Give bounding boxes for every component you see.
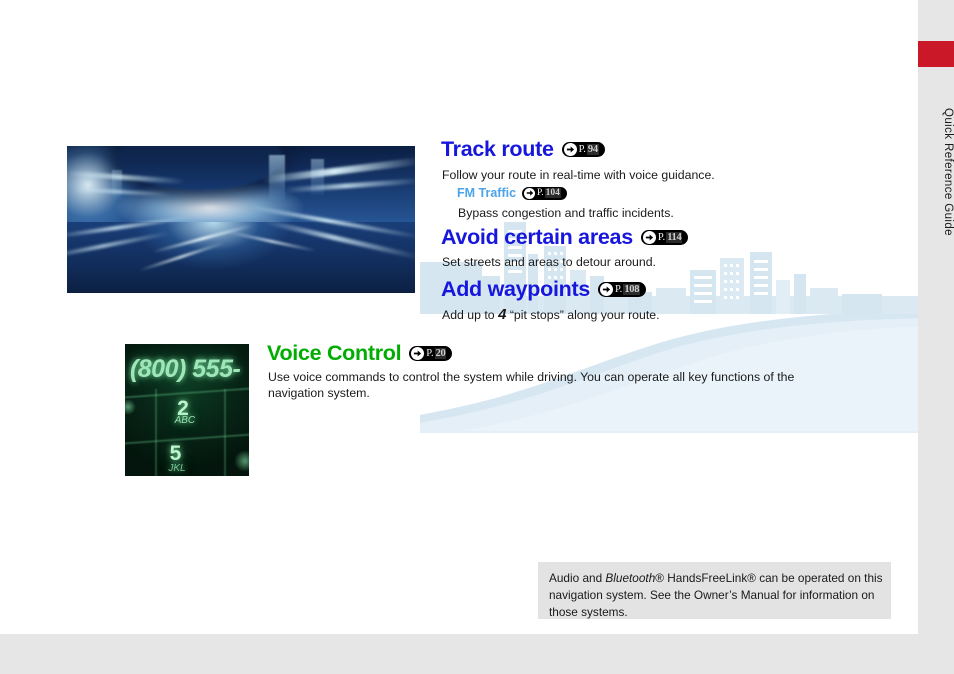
- page-ref-number: 104: [544, 188, 561, 198]
- right-arrow-icon: [642, 231, 656, 244]
- note-box: Audio and Bluetooth® HandsFreeLink® can …: [538, 562, 891, 619]
- page-ref-prefix: P.: [657, 232, 666, 243]
- body-track-route: Follow your route in real-time with voic…: [442, 168, 715, 182]
- page-ref-number: 94: [586, 144, 599, 155]
- heading-voice-control-label: Voice Control: [267, 341, 402, 365]
- sidebar-section-tab[interactable]: [918, 41, 954, 67]
- page-ref-prefix: P.: [426, 348, 434, 359]
- heading-fm-traffic-label: FM Traffic: [457, 186, 517, 200]
- note-text: Audio and Bluetooth® HandsFreeLink® can …: [549, 570, 884, 620]
- page-ref-fm-traffic[interactable]: P. 104: [522, 186, 567, 200]
- body-add-waypoints: Add up to 4 “pit stops” along your route…: [442, 305, 882, 325]
- note-bluetooth-trademark: Bluetooth: [605, 571, 656, 585]
- page-ref-prefix: P.: [615, 284, 623, 295]
- page-ref-add-waypoints[interactable]: P. 108: [598, 282, 647, 297]
- right-arrow-icon: [411, 347, 425, 360]
- page-ref-number: 108: [623, 284, 641, 295]
- right-arrow-icon: [600, 283, 613, 296]
- heading-track-route: Track route P. 94: [441, 137, 605, 162]
- body-fm-traffic: Bypass congestion and traffic incidents.: [458, 206, 674, 220]
- body-voice-control: Use voice commands to control the system…: [268, 370, 795, 401]
- sidebar-section-label: Quick Reference Guide: [942, 108, 954, 236]
- heading-voice-control: Voice Control P. 20: [267, 341, 453, 366]
- heading-avoid-certain-areas: Avoid certain areas P. 114: [441, 225, 689, 250]
- page-ref-prefix: P.: [537, 188, 544, 198]
- page-ref-number: 20: [434, 348, 447, 359]
- body-add-waypoints-post: “pit stops” along your route.: [506, 308, 660, 322]
- page-ref-track-route[interactable]: P. 94: [561, 142, 605, 157]
- note-part1: Audio and: [549, 571, 606, 585]
- heading-track-route-label: Track route: [441, 137, 554, 161]
- page-ref-prefix: P.: [578, 144, 586, 155]
- right-arrow-icon: [524, 187, 536, 199]
- heading-add-waypoints-label: Add waypoints: [441, 277, 590, 301]
- heading-add-waypoints: Add waypoints P. 108: [441, 277, 647, 302]
- page-canvas: (800) 555- 2 ABC 5 JKL Track route P. 94…: [0, 0, 954, 674]
- footer-band: [0, 634, 918, 674]
- sidebar: Quick Reference Guide: [918, 0, 954, 674]
- page-ref-voice-control[interactable]: P. 20: [409, 346, 453, 361]
- body-avoid-certain-areas: Set streets and areas to detour around.: [442, 255, 656, 269]
- heading-fm-traffic: FM Traffic P. 104: [457, 186, 567, 200]
- heading-avoid-certain-areas-label: Avoid certain areas: [441, 225, 633, 249]
- page-ref-number: 114: [666, 232, 683, 243]
- page-ref-avoid-certain-areas[interactable]: P. 114: [640, 230, 689, 245]
- body-add-waypoints-pre: Add up to: [442, 308, 499, 322]
- right-arrow-icon: [563, 143, 577, 156]
